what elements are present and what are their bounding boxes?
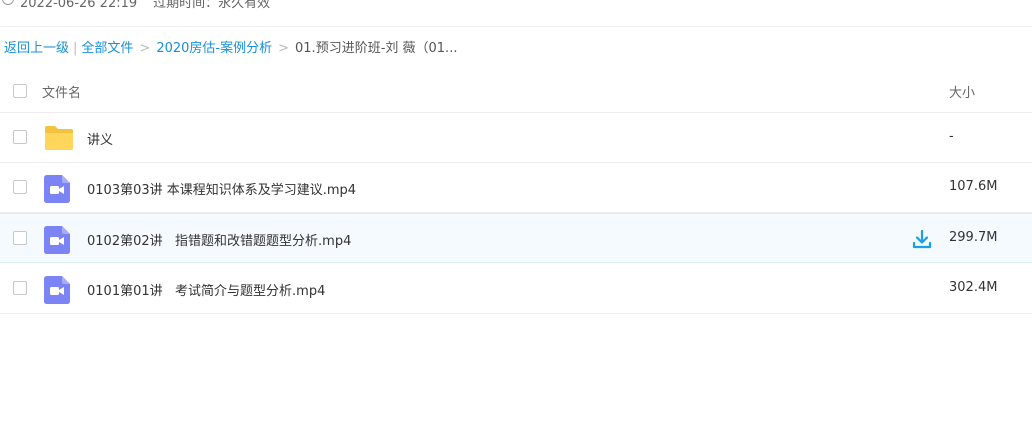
breadcrumb-current: 01.预习进阶班-刘 薇（01... bbox=[295, 41, 458, 56]
row-checkbox[interactable] bbox=[13, 130, 27, 144]
select-all-checkbox[interactable] bbox=[13, 84, 27, 98]
clock-icon bbox=[2, 0, 14, 5]
video-file-icon bbox=[44, 276, 70, 308]
file-row[interactable]: 0103第03讲 本课程知识体系及学习建议.mp4 107.6M bbox=[0, 163, 1032, 213]
breadcrumb-separator: > bbox=[139, 41, 151, 56]
top-info-strip: 2022-06-26 22:19 过期时间：永久有效 bbox=[0, 0, 1032, 27]
column-header-size: 大小 bbox=[949, 86, 976, 101]
breadcrumb-separator: > bbox=[278, 41, 290, 56]
file-size: - bbox=[949, 129, 954, 144]
back-link[interactable]: 返回上一级 bbox=[4, 41, 69, 56]
file-size: 299.7M bbox=[949, 230, 998, 245]
breadcrumb: 返回上一级 | 全部文件 >2020房估-案例分析 >01.预习进阶班-刘 薇（01..… bbox=[4, 40, 457, 58]
file-row[interactable]: 0102第02讲 指错题和改错题题型分析.mp4 299.7M bbox=[0, 213, 1032, 263]
row-checkbox[interactable] bbox=[13, 281, 27, 295]
file-name[interactable]: 0101第01讲 考试简介与题型分析.mp4 bbox=[87, 280, 325, 299]
file-list-header: 文件名 大小 bbox=[0, 68, 1032, 113]
file-row[interactable]: 0101第01讲 考试简介与题型分析.mp4 302.4M bbox=[0, 264, 1032, 314]
column-header-name: 文件名 bbox=[42, 86, 82, 101]
breadcrumb-root-link[interactable]: 全部文件 bbox=[81, 41, 133, 56]
file-name[interactable]: 讲义 bbox=[87, 129, 113, 148]
video-file-icon bbox=[44, 226, 70, 258]
share-expiry: 过期时间：永久有效 bbox=[153, 0, 271, 11]
breadcrumb-folder-link[interactable]: 2020房估-案例分析 bbox=[156, 41, 272, 56]
file-row[interactable]: 讲义 - bbox=[0, 113, 1032, 163]
row-checkbox[interactable] bbox=[13, 231, 27, 245]
row-checkbox[interactable] bbox=[13, 180, 27, 194]
file-name[interactable]: 0103第03讲 本课程知识体系及学习建议.mp4 bbox=[87, 179, 356, 198]
file-name[interactable]: 0102第02讲 指错题和改错题题型分析.mp4 bbox=[87, 230, 351, 249]
folder-icon bbox=[44, 125, 74, 155]
share-datetime: 2022-06-26 22:19 bbox=[20, 0, 138, 11]
breadcrumb-divider: | bbox=[73, 41, 78, 56]
share-meta: 2022-06-26 22:19 过期时间：永久有效 bbox=[20, 0, 270, 11]
video-file-icon bbox=[44, 175, 70, 207]
file-size: 302.4M bbox=[949, 280, 998, 295]
download-icon[interactable] bbox=[912, 229, 932, 253]
file-size: 107.6M bbox=[949, 179, 998, 194]
